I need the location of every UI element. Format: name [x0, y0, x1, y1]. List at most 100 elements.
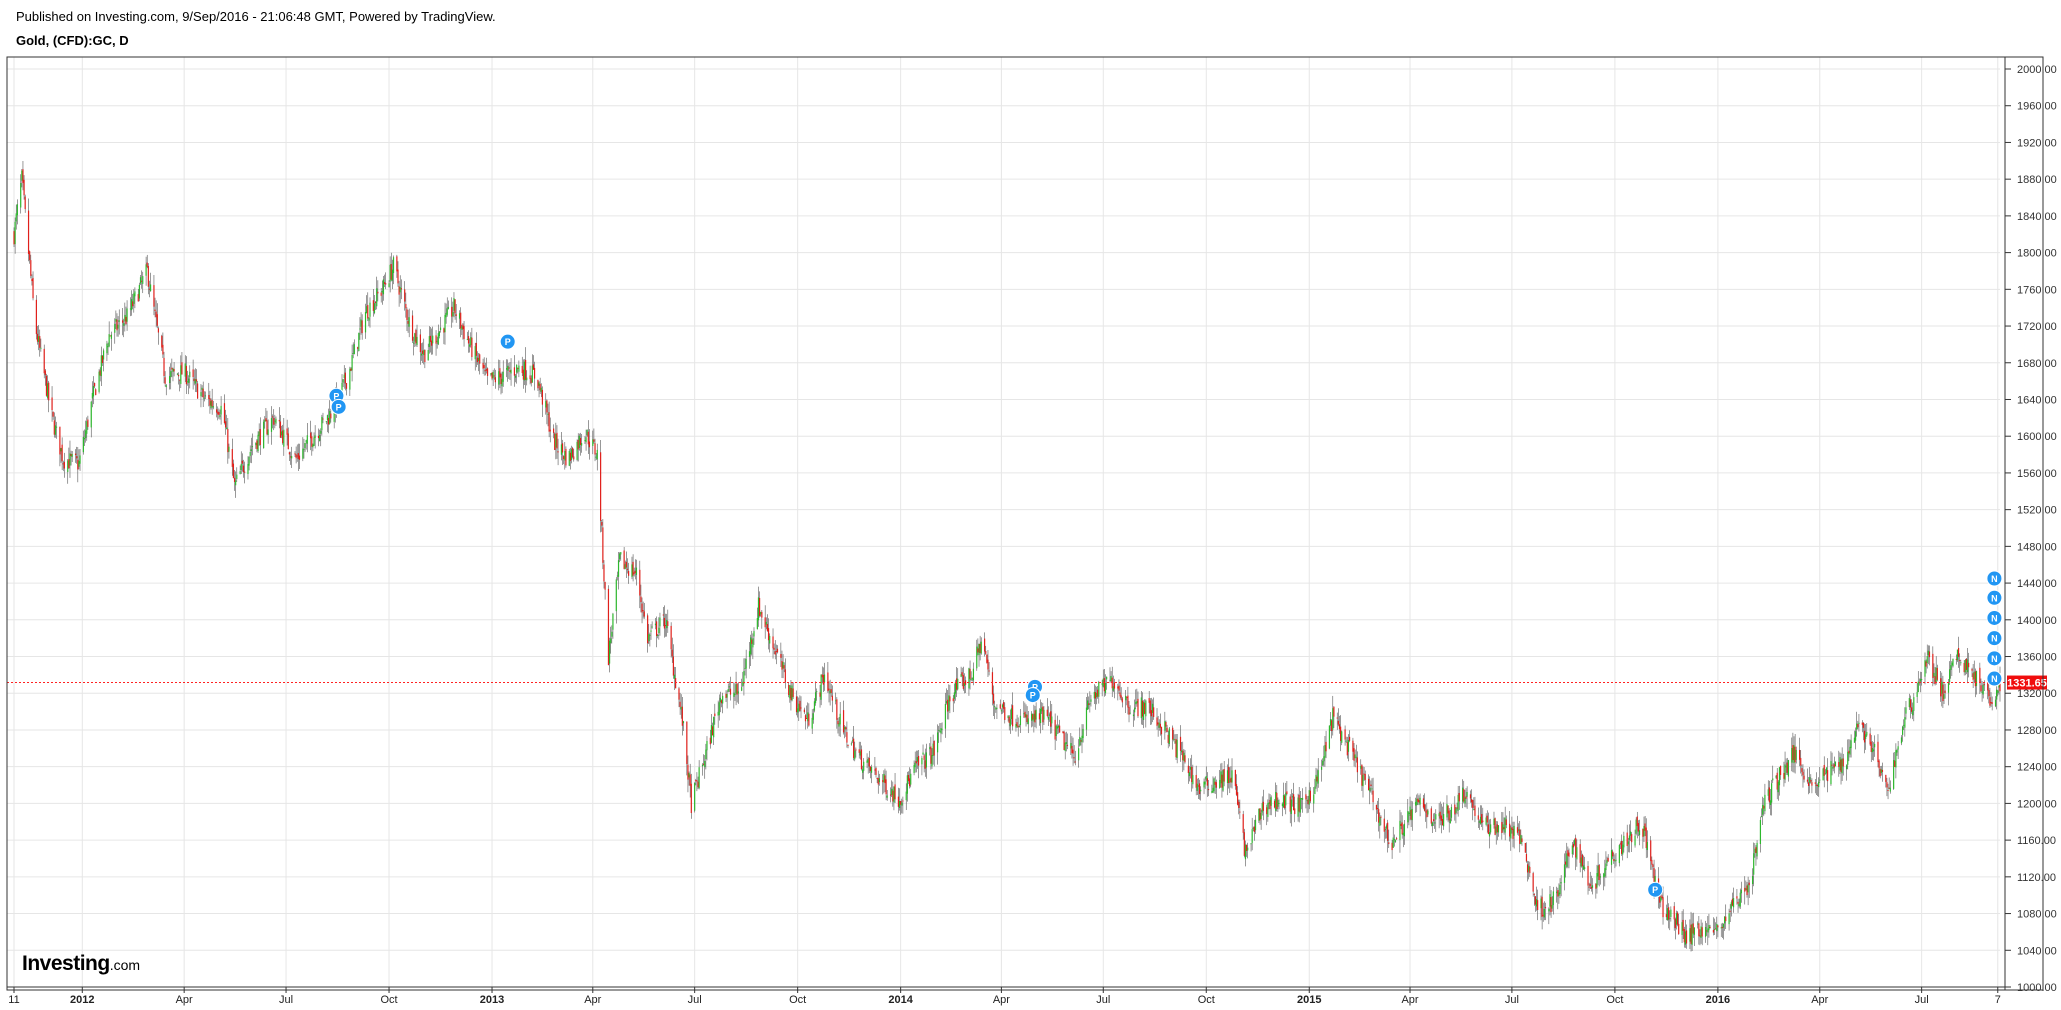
candle: [98, 369, 100, 394]
candle: [196, 380, 199, 399]
candle: [735, 671, 737, 706]
candle: [875, 766, 877, 778]
candle: [235, 471, 237, 498]
candle: [1534, 896, 1537, 912]
x-tick-label: Jul: [1096, 994, 1110, 1006]
x-tick-label: Jul: [279, 994, 293, 1006]
candle: [522, 359, 524, 389]
event-markers[interactable]: PPPPPPNNNNNN: [328, 333, 2003, 898]
candle: [162, 332, 164, 358]
candle: [1419, 793, 1421, 817]
candle: [1088, 696, 1090, 710]
candle: [828, 681, 830, 703]
candle: [1362, 766, 1364, 798]
candle: [1101, 679, 1103, 697]
candle: [1229, 767, 1231, 794]
candle: [905, 783, 907, 810]
candle: [29, 250, 31, 264]
candle: [392, 255, 395, 285]
candle: [1110, 671, 1112, 682]
candle: [226, 414, 228, 430]
candle: [1486, 810, 1488, 833]
candle: [1731, 892, 1734, 907]
candle: [419, 329, 421, 365]
news-marker[interactable]: N: [1986, 570, 2003, 587]
publication-marker[interactable]: P: [1024, 687, 1041, 704]
y-tick-label: 1160.00: [2017, 835, 2056, 847]
candle: [357, 346, 359, 357]
candle: [1979, 662, 1981, 694]
candle: [608, 637, 611, 673]
candle: [1203, 778, 1205, 795]
candle: [572, 446, 574, 459]
candle: [1863, 723, 1866, 754]
news-marker[interactable]: N: [1986, 589, 2003, 606]
news-marker[interactable]: N: [1986, 650, 2003, 667]
candle: [741, 678, 743, 692]
candle: [1940, 671, 1942, 702]
candle: [170, 363, 172, 390]
candle: [631, 556, 633, 580]
candle: [851, 736, 854, 744]
candle: [208, 382, 210, 407]
candle: [1771, 779, 1773, 816]
candle: [1353, 742, 1355, 767]
candle: [1763, 797, 1765, 817]
candle: [956, 666, 958, 697]
candle: [929, 743, 931, 756]
candle: [1785, 758, 1787, 775]
price-chart[interactable]: 1331.65 PPPPPPNNNNNN 2000.001960.001920.…: [0, 0, 2061, 1010]
candle: [429, 327, 432, 353]
publication-marker[interactable]: P: [1647, 881, 1664, 898]
candle: [1479, 805, 1482, 825]
price-axis[interactable]: 2000.00 1960.00 1920.00 1880.00 1840.00 1800.…: [2005, 64, 2057, 994]
candle: [259, 417, 261, 455]
candle: [1557, 887, 1559, 910]
candle: [1231, 758, 1233, 789]
candle: [925, 743, 927, 779]
candle: [1446, 795, 1448, 821]
candle: [584, 436, 586, 445]
candle: [1340, 715, 1342, 752]
candle: [1605, 851, 1607, 878]
candle: [658, 617, 660, 640]
candle: [538, 381, 540, 398]
candle: [1113, 678, 1116, 699]
candle: [924, 748, 926, 777]
candle: [1712, 917, 1715, 936]
candle: [540, 383, 542, 398]
candle: [570, 445, 573, 464]
candle: [1674, 917, 1676, 940]
candle: [317, 428, 320, 447]
candle: [251, 433, 254, 456]
svg-text:N: N: [1991, 593, 1998, 603]
candle: [295, 446, 297, 464]
candle: [1184, 750, 1186, 764]
x-tick-label: Apr: [1811, 994, 1828, 1006]
publication-marker[interactable]: P: [499, 333, 516, 350]
candle: [1505, 815, 1507, 829]
candle: [1434, 812, 1436, 829]
candle: [1784, 751, 1786, 784]
candle: [1252, 826, 1254, 832]
candle: [296, 444, 298, 462]
news-marker[interactable]: N: [1986, 609, 2003, 626]
candle: [1925, 659, 1927, 674]
candle: [756, 607, 758, 630]
candle: [231, 438, 233, 476]
candle: [1150, 697, 1153, 725]
candle: [1623, 831, 1625, 853]
news-marker[interactable]: N: [1986, 630, 2003, 647]
candle: [1628, 824, 1631, 853]
candle: [1179, 725, 1182, 762]
publication-marker[interactable]: P: [330, 398, 347, 415]
candle: [1160, 726, 1163, 746]
candle: [970, 671, 972, 682]
news-marker[interactable]: N: [1986, 670, 2003, 687]
candle: [1156, 708, 1158, 730]
candle: [16, 199, 18, 225]
candle: [435, 330, 437, 356]
candle: [1213, 777, 1215, 794]
candle: [326, 414, 329, 433]
candle: [1465, 788, 1467, 808]
